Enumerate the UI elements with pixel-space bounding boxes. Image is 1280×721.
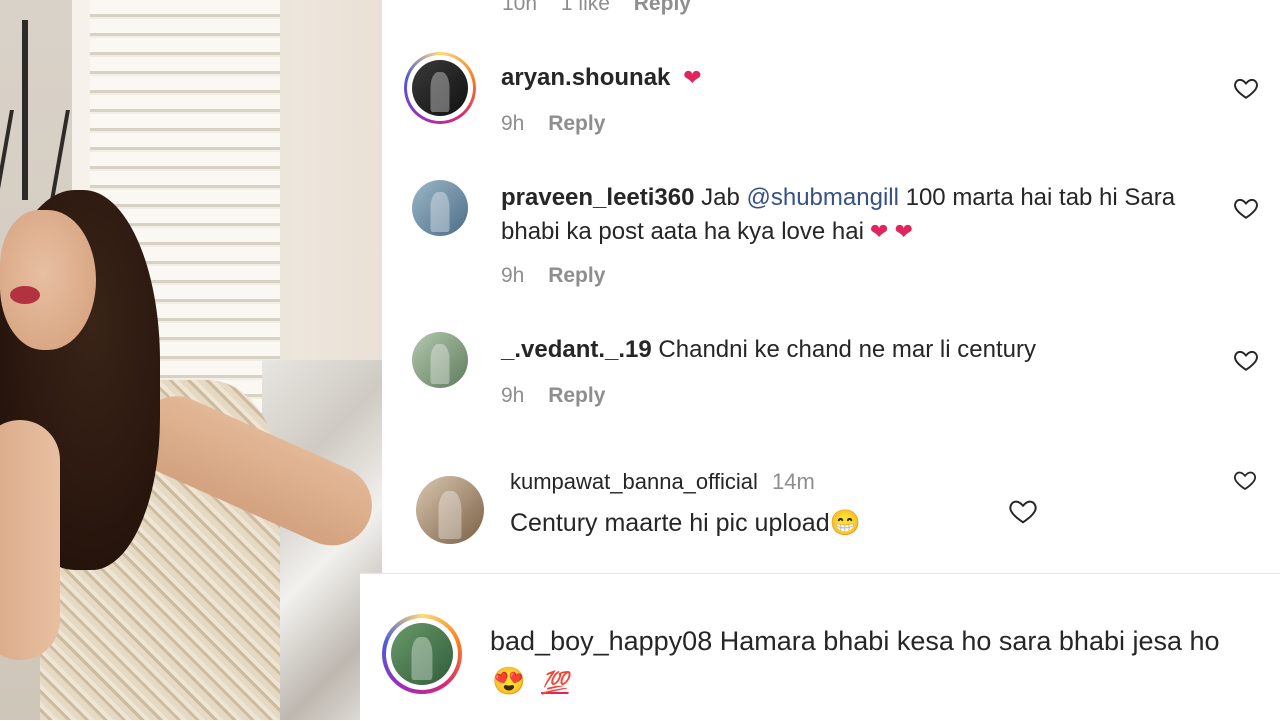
photo-face (0, 210, 96, 350)
heart-emoji: ❤ (683, 65, 702, 90)
reply-button[interactable]: Reply (548, 384, 605, 407)
reply-button[interactable]: Reply (548, 112, 605, 135)
comment-text: _.vedant._.19 Chandni ke chand ne mar li… (501, 333, 1036, 367)
comment-meta: 9h Reply (501, 384, 623, 408)
comment-time: 9h (501, 112, 525, 135)
post-photo (0, 0, 382, 720)
comment-text: Century maarte hi pic upload😁 (510, 506, 861, 540)
photo-lips (10, 286, 40, 304)
comment-username[interactable]: _.vedant._.19 (501, 336, 652, 363)
comments-panel: 10h 1 like Reply aryan.shounak ❤ 9h Repl… (382, 0, 1280, 575)
comment-body: Hamara bhabi kesa ho sara bhabi jesa ho (712, 626, 1220, 656)
avatar[interactable] (416, 476, 484, 544)
comment-username[interactable]: bad_boy_happy08 (490, 626, 712, 656)
partial-comment-meta: 10h 1 like Reply (502, 0, 709, 16)
comment-body: Chandni ke chand ne mar li century (651, 336, 1036, 363)
reply-button[interactable]: Reply (634, 0, 691, 15)
comment-meta: 9h Reply (501, 264, 623, 288)
mention-link[interactable]: @shubmangill (747, 184, 899, 211)
heart-outline-icon[interactable] (1233, 195, 1259, 221)
comment-time: 10h (502, 0, 538, 15)
comment-meta: 9h Reply (501, 112, 623, 136)
comment-body-start: Jab (694, 184, 747, 211)
heart-outline-icon[interactable] (1233, 347, 1259, 373)
comment-time: 9h (501, 384, 525, 407)
bottom-comment-card: bad_boy_happy08 Hamara bhabi kesa ho sar… (360, 573, 1280, 721)
reply-button[interactable]: Reply (548, 264, 605, 287)
heart-eyes-emoji: 😍 (492, 666, 526, 696)
comment-username[interactable]: aryan.shounak (501, 64, 670, 91)
story-ring[interactable] (404, 52, 476, 124)
comment-text: aryan.shounak ❤ (501, 61, 702, 95)
heart-outline-icon[interactable] (1233, 468, 1257, 492)
heart-emoji: ❤ ❤ (869, 219, 913, 244)
comment-time: 9h (501, 264, 525, 287)
heart-outline-icon[interactable] (1008, 496, 1038, 526)
avatar[interactable] (412, 60, 468, 116)
story-ring[interactable] (382, 614, 462, 694)
photo-arm-left (0, 420, 60, 660)
comment-likes[interactable]: 1 like (561, 0, 610, 15)
avatar[interactable] (412, 332, 468, 388)
comment-header: kumpawat_banna_official 14m (510, 465, 815, 499)
comment-username[interactable]: kumpawat_banna_official (510, 469, 758, 494)
heart-outline-icon[interactable] (1233, 75, 1259, 101)
comment-emojis: 😍 💯 (492, 662, 569, 702)
comment-body: Century maarte hi pic upload (510, 509, 830, 537)
comment-text: praveen_leeti360 Jab @shubmangill 100 ma… (501, 181, 1201, 249)
hundred-emoji: 💯 (541, 670, 569, 695)
comment-username[interactable]: praveen_leeti360 (501, 184, 694, 211)
avatar[interactable] (412, 180, 468, 236)
comment-text: bad_boy_happy08 Hamara bhabi kesa ho sar… (490, 622, 1250, 660)
grin-emoji: 😁 (829, 509, 861, 537)
avatar[interactable] (391, 623, 453, 685)
comment-time: 14m (772, 469, 815, 494)
